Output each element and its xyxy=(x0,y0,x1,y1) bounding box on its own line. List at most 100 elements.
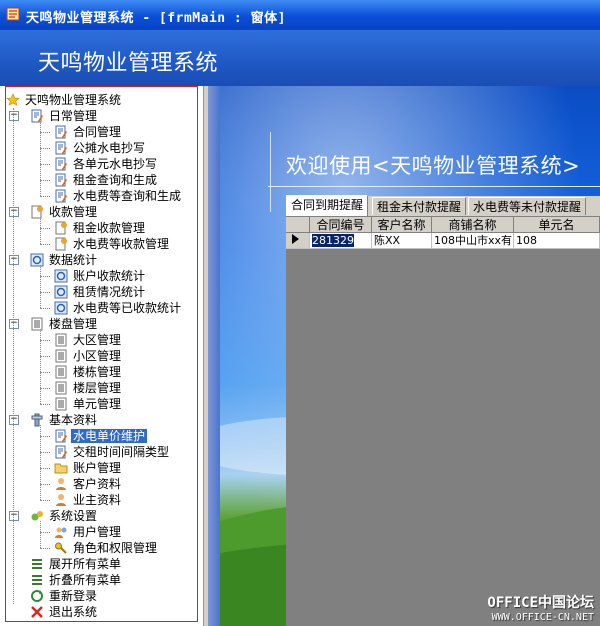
exit-icon xyxy=(30,605,44,619)
tree-item-label: 重新登录 xyxy=(49,589,98,603)
tree-action[interactable]: 展开所有菜单 xyxy=(30,556,123,572)
tree-leaf[interactable]: 水电费等查询和生成 xyxy=(54,188,183,204)
tree-leaf[interactable]: 楼层管理 xyxy=(54,380,123,396)
tree-connector xyxy=(40,308,50,309)
tree-leaf[interactable]: 用户管理 xyxy=(54,524,123,540)
tree-connector xyxy=(40,329,41,404)
watermark: OFFICE中国论坛 WWW.OFFICE-CN.NET xyxy=(487,592,594,623)
tree-item-label: 交租时间间隔类型 xyxy=(73,445,170,459)
tree-action[interactable]: 退出系统 xyxy=(30,604,99,620)
grid-cell[interactable]: 108中山市xx有 xyxy=(432,233,514,249)
tree-leaf[interactable]: 公摊水电抄写 xyxy=(54,140,147,156)
tree-item-label: 楼盘管理 xyxy=(49,317,98,331)
document-edit-icon xyxy=(30,109,44,123)
tree-action[interactable]: 重新登录 xyxy=(30,588,99,604)
tree-collapse-toggle[interactable]: − xyxy=(9,415,19,425)
tree-item-label: 水电费等收款管理 xyxy=(73,237,170,251)
tree-collapse-toggle[interactable]: − xyxy=(9,511,19,521)
tree-item-icon xyxy=(54,477,68,491)
tree-leaf[interactable]: 水电单价维护 xyxy=(54,428,149,444)
splitter-edge[interactable] xyxy=(204,86,220,626)
tree-leaf[interactable]: 客户资料 xyxy=(54,476,123,492)
tree-item-label: 账户收款统计 xyxy=(73,269,146,283)
tree-leaf[interactable]: 水电费等已收款统计 xyxy=(54,300,183,316)
navigation-tree-panel: 天鸣物业管理系统 − 日常管理 合同管理 公摊水电抄写 各单元水电抄写 租金查询和生成 水电费… xyxy=(0,86,204,626)
tree-item-label: 租金收款管理 xyxy=(73,221,146,235)
tree-collapse-toggle[interactable]: − xyxy=(9,255,19,265)
tree-leaf[interactable]: 楼栋管理 xyxy=(54,364,123,380)
tree-item-label: 用户管理 xyxy=(73,525,122,539)
grid-column-header[interactable]: 单元名 xyxy=(514,217,600,233)
main-content: 欢迎使用<天鸣物业管理系统> 合同到期提醒 租金未付款提醒 水电费等未付款提醒 … xyxy=(204,86,600,626)
star-icon xyxy=(6,93,20,107)
tree-connector xyxy=(40,180,50,181)
tree-item-icon xyxy=(54,381,68,395)
tree-connector xyxy=(40,500,50,501)
tree-item-label: 单元管理 xyxy=(73,397,122,411)
tree-item-label: 系统设置 xyxy=(49,509,98,523)
tree-collapse-toggle[interactable]: − xyxy=(9,207,19,217)
grid-cell[interactable]: 281329 xyxy=(310,233,372,249)
tree-connector xyxy=(40,276,50,277)
tree-item-label: 客户资料 xyxy=(73,477,122,491)
expand-all-icon xyxy=(30,557,44,571)
tree-item-icon xyxy=(54,285,68,299)
tree-item-label: 大区管理 xyxy=(73,333,122,347)
tree-connector xyxy=(40,164,50,165)
settings-icon xyxy=(30,509,44,523)
tree-item-icon xyxy=(54,541,68,555)
collapse-all-icon xyxy=(30,573,44,587)
tree-collapse-toggle[interactable]: − xyxy=(9,111,19,121)
tree-item-label: 公摊水电抄写 xyxy=(73,141,146,155)
tree-item-label: 账户管理 xyxy=(73,461,122,475)
tree-action[interactable]: 折叠所有菜单 xyxy=(30,572,123,588)
tree-leaf[interactable]: 各单元水电抄写 xyxy=(54,156,159,172)
tree-leaf[interactable]: 账户收款统计 xyxy=(54,268,147,284)
grid-column-header[interactable]: 客户名称 xyxy=(372,217,432,233)
tree-leaf[interactable]: 小区管理 xyxy=(54,348,123,364)
tree-leaf[interactable]: 租金查询和生成 xyxy=(54,172,159,188)
tree-item-icon xyxy=(54,141,68,155)
tree-leaf[interactable]: 租赁情况统计 xyxy=(54,284,147,300)
tree-item-icon xyxy=(54,493,68,507)
tree-leaf[interactable]: 角色和权限管理 xyxy=(54,540,159,556)
tree-leaf[interactable]: 交租时间间隔类型 xyxy=(54,444,171,460)
tree-connector xyxy=(13,108,14,604)
tree-item-label: 楼层管理 xyxy=(73,381,122,395)
tree-item-icon xyxy=(54,221,68,235)
tree-root[interactable]: 天鸣物业管理系统 xyxy=(6,92,123,108)
tree-item-label: 基本资料 xyxy=(49,413,98,427)
tree-leaf[interactable]: 水电费等收款管理 xyxy=(54,236,171,252)
grid-column-header[interactable]: 商铺名称 xyxy=(432,217,514,233)
grid-cell[interactable]: 108 xyxy=(514,233,600,249)
tree-collapse-toggle[interactable]: − xyxy=(9,319,19,329)
tree-leaf[interactable]: 单元管理 xyxy=(54,396,123,412)
tab-utilities-unpaid[interactable]: 水电费等未付款提醒 xyxy=(468,197,587,215)
contract-no-value: 281329 xyxy=(312,234,354,247)
tree-connector xyxy=(40,452,50,453)
tree-leaf[interactable]: 账户管理 xyxy=(54,460,123,476)
title-bar: 天鸣物业管理系统 - [frmMain : 窗体] xyxy=(0,0,600,30)
tree-leaf[interactable]: 租金收款管理 xyxy=(54,220,147,236)
tab-contract-expiry[interactable]: 合同到期提醒 xyxy=(286,195,369,216)
grid-cell[interactable]: 陈XX xyxy=(372,233,432,249)
tree-leaf[interactable]: 大区管理 xyxy=(54,332,123,348)
tree-connector xyxy=(40,196,50,197)
tree-connector xyxy=(40,356,50,357)
tree-item-icon xyxy=(54,365,68,379)
tree-item-label: 各单元水电抄写 xyxy=(73,157,158,171)
row-pointer-icon[interactable] xyxy=(286,233,310,249)
app-title: 天鸣物业管理系统 xyxy=(38,51,219,76)
tree-item-label: 小区管理 xyxy=(73,349,122,363)
tree-item-label: 水电单价维护 xyxy=(69,428,149,444)
tree-leaf[interactable]: 业主资料 xyxy=(54,492,123,508)
tree-item-icon xyxy=(54,333,68,347)
tree-connector xyxy=(40,404,50,405)
tree-connector xyxy=(40,132,50,133)
tree-item-label: 折叠所有菜单 xyxy=(49,573,122,587)
tree-connector xyxy=(40,244,50,245)
grid-column-header[interactable]: 合同编号 xyxy=(310,217,372,233)
tab-rent-unpaid[interactable]: 租金未付款提醒 xyxy=(372,197,467,215)
welcome-underline xyxy=(268,186,600,187)
tree-leaf[interactable]: 合同管理 xyxy=(54,124,123,140)
